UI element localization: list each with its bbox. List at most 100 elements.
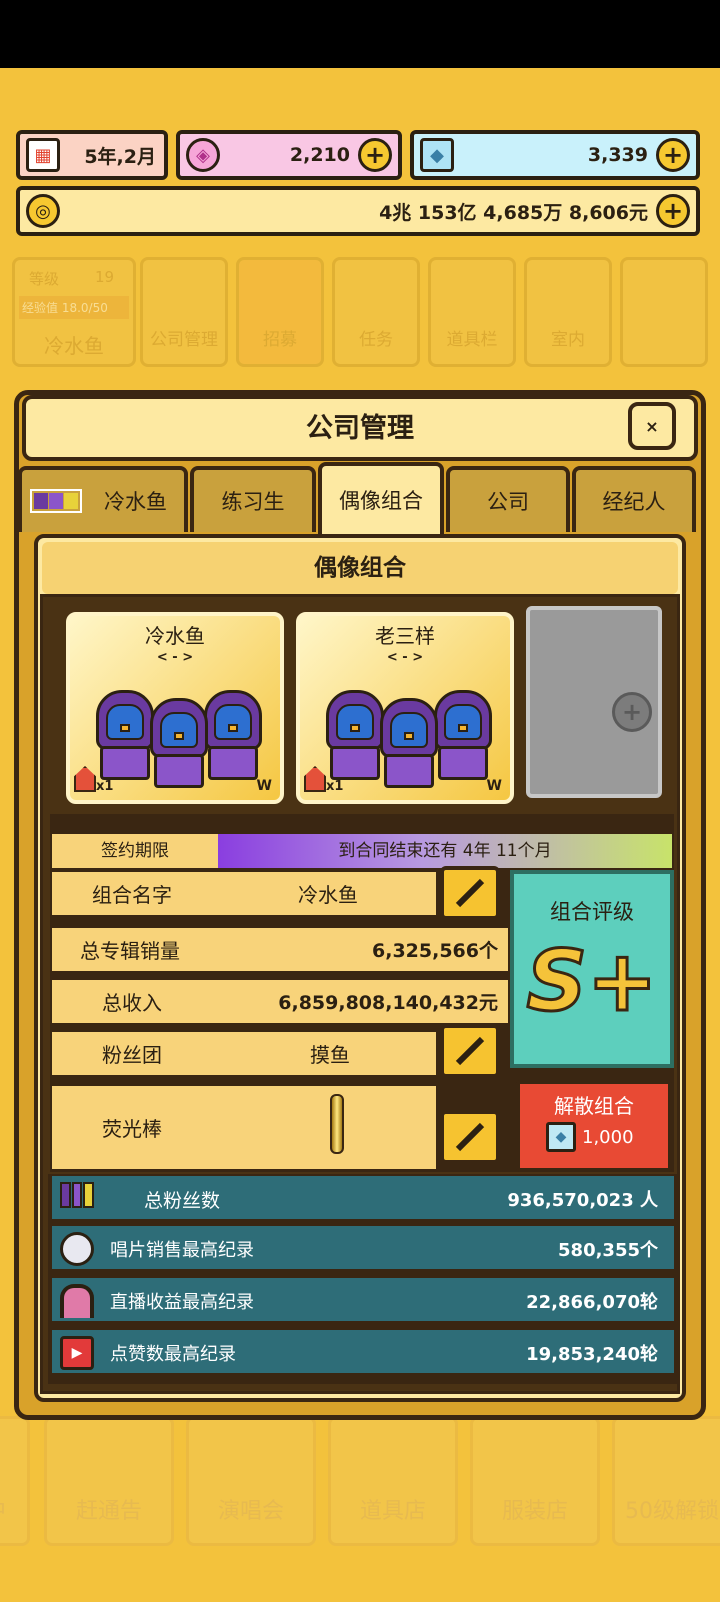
fanclub-value: 摸鱼 bbox=[310, 1043, 350, 1067]
diamond-value: 3,339 bbox=[587, 144, 648, 166]
edit-fanclub-button[interactable] bbox=[440, 1024, 500, 1078]
stat-label: 直播收益最高纪录 bbox=[110, 1292, 254, 1313]
album-sales-value: 6,325,566个 bbox=[372, 940, 498, 962]
menu-inventory: 道具栏 bbox=[428, 257, 516, 367]
level-value: 19 bbox=[95, 268, 115, 286]
upgrade-arrow-icon bbox=[304, 766, 326, 792]
album-sales-label: 总专辑销量 bbox=[80, 939, 180, 963]
add-money-button[interactable]: + bbox=[656, 194, 690, 228]
stat-value: 936,570,023 人 bbox=[507, 1190, 658, 1211]
contract-bar: 到合同结束还有 4年 11个月 bbox=[218, 834, 672, 868]
calendar-icon: ▦ bbox=[26, 138, 60, 172]
headphones-icon bbox=[60, 1284, 94, 1318]
close-button[interactable]: × bbox=[628, 402, 676, 450]
revenue-value: 6,859,808,140,432元 bbox=[278, 992, 498, 1014]
group-members-sprite bbox=[94, 686, 264, 790]
level-panel: 等级 19 经验值 18.0/50 冷水鱼 bbox=[12, 257, 136, 367]
money-value: 4兆 153亿 4,685万 8,606元 bbox=[379, 201, 648, 224]
lightstick-row: 荧光棒 bbox=[52, 1086, 436, 1172]
tab-trainees[interactable]: 练习生 bbox=[190, 466, 316, 532]
diamond-bar: ◆ 3,339 + bbox=[410, 130, 700, 180]
bottom-menu-schedule: 赶通告 bbox=[44, 1416, 174, 1546]
tab-idol-groups[interactable]: 偶像组合 bbox=[318, 462, 444, 534]
date-text: 5年,2月 bbox=[84, 145, 156, 168]
stat-label: 唱片销售最高纪录 bbox=[110, 1240, 254, 1261]
group-card-badge: W bbox=[256, 778, 272, 794]
disc-icon bbox=[60, 1232, 94, 1266]
edit-lightstick-button[interactable] bbox=[440, 1110, 500, 1164]
pencil-icon bbox=[455, 878, 485, 908]
menu-tasks: 任务 bbox=[332, 257, 420, 367]
lightstick-icon bbox=[330, 1094, 344, 1154]
stat-value: 19,853,240轮 bbox=[526, 1344, 658, 1365]
revenue-row: 总收入 6,859,808,140,432元 bbox=[52, 980, 508, 1026]
stat-total-fans: 总粉丝数 936,570,023 人 bbox=[52, 1176, 674, 1222]
pink-currency-value: 2,210 bbox=[289, 144, 350, 166]
fanclub-label: 粉丝团 bbox=[102, 1043, 162, 1067]
section-title: 偶像组合 bbox=[42, 542, 678, 594]
money-bar: ◎ 4兆 153亿 4,685万 8,606元 + bbox=[16, 186, 700, 236]
level-label: 等级 bbox=[29, 270, 60, 288]
bg-group-name: 冷水鱼 bbox=[44, 334, 104, 358]
group-card-1[interactable]: 冷水鱼 < - > x1 W bbox=[66, 612, 284, 804]
stat-label: 点赞数最高纪录 bbox=[110, 1344, 236, 1365]
disband-label: 解散组合 bbox=[554, 1094, 634, 1118]
exp-label: 经验值 18.0/50 bbox=[19, 296, 129, 319]
upgrade-arrow-icon bbox=[74, 766, 96, 792]
diamond-icon: ◆ bbox=[420, 138, 454, 172]
bottom-menu-clothing-shop: 服装店 bbox=[470, 1416, 600, 1546]
pink-currency-bar: ◈ 2,210 + bbox=[176, 130, 402, 180]
bottom-menu-partial: 中 bbox=[0, 1416, 30, 1546]
fans-icon bbox=[60, 1182, 95, 1216]
group-card-name: 老三样 bbox=[375, 624, 435, 648]
group-card-2[interactable]: 老三样 < - > x1 W bbox=[296, 612, 514, 804]
group-card-count: x1 bbox=[96, 779, 114, 794]
menu-mail bbox=[620, 257, 708, 367]
disband-cost-value: 1,000 bbox=[582, 1126, 634, 1148]
disband-cost: ◆ 1,000 bbox=[546, 1122, 634, 1152]
revenue-label: 总收入 bbox=[102, 991, 162, 1015]
group-card-name: 冷水鱼 bbox=[145, 624, 205, 648]
group-members-sprite bbox=[324, 686, 494, 790]
tab-group-leng-shui-yu[interactable]: 冷水鱼 bbox=[18, 466, 188, 532]
coin-icon: ◎ bbox=[26, 194, 60, 228]
add-pink-currency-button[interactable]: + bbox=[358, 138, 392, 172]
stat-value: 580,355个 bbox=[558, 1240, 658, 1261]
tab-company[interactable]: 公司 bbox=[446, 466, 570, 532]
date-bar: ▦ 5年,2月 bbox=[16, 130, 168, 180]
group-name-label: 组合名字 bbox=[92, 883, 172, 907]
diamond-icon: ◆ bbox=[546, 1122, 576, 1152]
group-card-badge: W bbox=[486, 778, 502, 794]
menu-company-manage: 公司管理 bbox=[140, 257, 228, 367]
bottom-menu-item-shop: 道具店 bbox=[328, 1416, 458, 1546]
menu-recruit: 招募 bbox=[236, 257, 324, 367]
group-card-arrows: < - > bbox=[156, 650, 194, 665]
edit-group-name-button[interactable] bbox=[440, 866, 500, 920]
menu-interior: 室内 bbox=[524, 257, 612, 367]
stat-value: 22,866,070轮 bbox=[526, 1292, 658, 1313]
contract-label: 签约期限 bbox=[52, 834, 218, 868]
group-rating-grade: S+ bbox=[525, 931, 659, 1032]
bottom-menu-locked: 50级解锁 bbox=[612, 1416, 720, 1546]
stat-disc-record: 唱片销售最高纪录 580,355个 bbox=[52, 1226, 674, 1272]
pink-gem-icon: ◈ bbox=[186, 138, 220, 172]
fanclub-row: 粉丝团 摸鱼 bbox=[52, 1032, 436, 1078]
album-sales-row: 总专辑销量 6,325,566个 bbox=[52, 928, 508, 974]
add-diamond-button[interactable]: + bbox=[656, 138, 690, 172]
lightstick-label: 荧光棒 bbox=[102, 1117, 162, 1141]
group-card-arrows: < - > bbox=[386, 650, 424, 665]
bottom-menu-concert: 演唱会 bbox=[186, 1416, 316, 1546]
tab-label: 冷水鱼 bbox=[104, 490, 167, 514]
group-rating-label: 组合评级 bbox=[550, 900, 634, 924]
tab-manager[interactable]: 经纪人 bbox=[572, 466, 696, 532]
group-name-row: 组合名字 冷水鱼 bbox=[52, 872, 436, 918]
group-name-value: 冷水鱼 bbox=[298, 883, 358, 907]
add-group-icon[interactable]: + bbox=[612, 692, 652, 732]
stat-live-record: 直播收益最高纪录 22,866,070轮 bbox=[52, 1278, 674, 1324]
pencil-icon bbox=[455, 1036, 485, 1066]
video-icon: ▶ bbox=[60, 1336, 94, 1370]
stat-likes-record: ▶ 点赞数最高纪录 19,853,240轮 bbox=[52, 1330, 674, 1376]
group-card-count: x1 bbox=[326, 779, 344, 794]
stat-label: 总粉丝数 bbox=[144, 1190, 221, 1212]
fans-icon bbox=[30, 489, 82, 513]
